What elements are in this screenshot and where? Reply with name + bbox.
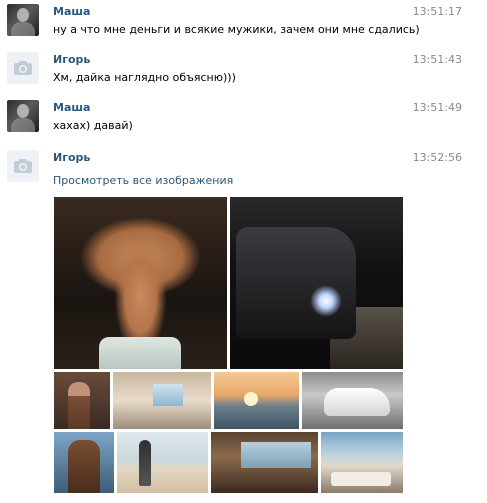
photo-sunset-sea[interactable] [214, 372, 299, 429]
message-time: 13:51:49 [412, 101, 462, 114]
photo-room-sea-view[interactable] [321, 432, 403, 493]
camera-icon [14, 159, 32, 173]
message-item: Маша 13:51:49 хахах) давай) [0, 96, 487, 142]
photo-abs[interactable] [54, 197, 227, 369]
avatar[interactable] [7, 4, 39, 36]
message-text: Хм, дайка наглядно объясню))) [53, 71, 236, 84]
camera-icon [14, 61, 32, 75]
avatar[interactable] [7, 100, 39, 132]
photo-girl-beach[interactable] [117, 432, 208, 493]
author-name[interactable]: Игорь [53, 53, 90, 66]
avatar[interactable] [7, 52, 39, 84]
photo-white-mercedes[interactable] [302, 372, 403, 429]
photo-room-panorama[interactable] [211, 432, 318, 493]
photo-man-suit[interactable] [54, 372, 110, 429]
author-name[interactable]: Маша [53, 101, 90, 114]
avatar[interactable] [7, 150, 39, 182]
message-text: хахах) давай) [53, 119, 133, 132]
view-all-images-link[interactable]: Просмотреть все изображения [53, 174, 233, 187]
message-time: 13:51:17 [412, 5, 462, 18]
photo-muscle-man[interactable] [54, 432, 114, 493]
photo-car-night[interactable] [230, 197, 403, 369]
message-time: 13:51:43 [412, 53, 462, 66]
author-name[interactable]: Маша [53, 5, 90, 18]
message-item: Игорь 13:51:43 Хм, дайка наглядно объясн… [0, 48, 487, 94]
author-name[interactable]: Игорь [53, 151, 90, 164]
message-text: ну а что мне деньги и всякие мужики, зач… [53, 23, 420, 36]
photo-room-interior[interactable] [113, 372, 211, 429]
message-time: 13:52:56 [412, 151, 462, 164]
message-item: Маша 13:51:17 ну а что мне деньги и всяк… [0, 0, 487, 46]
